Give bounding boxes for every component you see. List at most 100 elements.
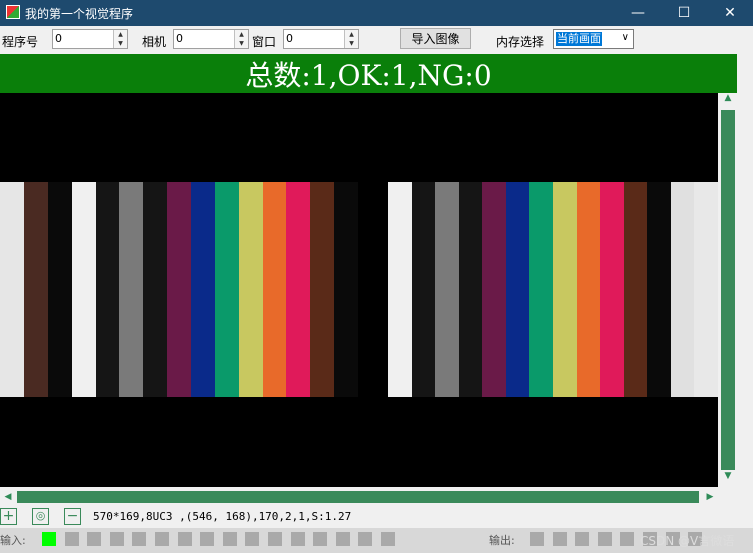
program-label: 程序号: [2, 35, 39, 49]
camera-value: 0: [176, 32, 183, 45]
output-label: 输出:: [489, 534, 515, 547]
import-image-button[interactable]: 导入图像: [400, 28, 471, 49]
io-indicator: [268, 532, 282, 546]
io-indicator: [313, 532, 328, 546]
cable-stripe: [47, 182, 73, 397]
vertical-scrollbar[interactable]: ▲ ▼: [719, 93, 737, 487]
io-indicator: [381, 532, 395, 546]
cable-stripe: [576, 182, 601, 397]
vertical-scroll-thumb[interactable]: [721, 110, 735, 470]
cable-image-right: [388, 182, 718, 397]
io-indicator: [155, 532, 169, 546]
count-banner: 总数:1,OK:1,NG:0: [0, 54, 737, 93]
cable-stripe: [482, 182, 507, 397]
cable-stripe: [458, 182, 483, 397]
io-indicator: [552, 532, 567, 546]
app-icon: [6, 5, 20, 19]
zoom-tools: + ◎ − 570*169,8UC3 ,(546, 168),170,2,1,S…: [0, 507, 753, 527]
io-indicator: [109, 532, 124, 546]
scroll-up-icon[interactable]: ▲: [719, 93, 737, 109]
close-button[interactable]: ✕: [707, 0, 753, 26]
cable-stripe: [388, 182, 413, 397]
zoom-out-icon[interactable]: −: [64, 508, 81, 525]
cable-stripe: [214, 182, 240, 397]
io-indicator: [87, 532, 102, 546]
memory-label: 内存选择: [496, 35, 545, 49]
image-info-text: 570*169,8UC3 ,(546, 168),170,2,1,S:1.27: [93, 510, 352, 523]
chevron-down-icon: ∨: [621, 32, 629, 43]
image-viewer[interactable]: [0, 93, 718, 487]
zoom-in-icon[interactable]: +: [0, 508, 17, 525]
cable-stripe: [334, 182, 359, 397]
cable-stripe: [23, 182, 49, 397]
io-indicator: [222, 532, 237, 546]
minimize-icon: —: [631, 5, 645, 21]
program-value: 0: [55, 32, 62, 45]
maximize-button[interactable]: ☐: [661, 0, 707, 26]
io-indicator: [530, 532, 544, 546]
cable-stripe: [262, 182, 287, 397]
cable-stripe: [411, 182, 436, 397]
cable-stripe: [310, 182, 335, 397]
camera-stepper[interactable]: 0 ▲ ▼: [173, 29, 249, 49]
cable-stripe: [694, 182, 718, 397]
cable-stripe: [71, 182, 96, 397]
io-indicator: [575, 532, 590, 546]
toolbar: 程序号 0 ▲ ▼ 相机 0 ▲ ▼ 窗口 0 ▲ ▼ 导入图像 内存选择 当前画面 …: [0, 26, 753, 52]
horizontal-scrollbar[interactable]: ◀ ▶: [0, 489, 718, 505]
cable-stripe: [505, 182, 530, 397]
cable-stripe: [190, 182, 216, 397]
io-indicator: [42, 532, 56, 546]
camera-label: 相机: [142, 35, 167, 49]
maximize-icon: ☐: [677, 5, 691, 21]
io-indicator: [245, 532, 260, 546]
cable-stripe: [238, 182, 264, 397]
stepper-up-icon[interactable]: ▲: [345, 30, 358, 39]
watermark: CSDN @V言微语: [640, 534, 735, 548]
io-indicator: [64, 532, 79, 546]
cable-stripe: [670, 182, 695, 397]
io-indicator: [290, 532, 305, 546]
scroll-left-icon[interactable]: ◀: [0, 489, 16, 505]
io-indicator: [597, 532, 612, 546]
scroll-down-icon[interactable]: ▼: [719, 471, 737, 487]
stepper-up-icon[interactable]: ▲: [114, 30, 127, 39]
title-bar: 我的第一个视觉程序 — ☐ ✕: [0, 0, 753, 26]
io-indicator: [335, 532, 350, 546]
cable-stripe: [600, 182, 625, 397]
cable-stripe: [529, 182, 554, 397]
memory-select[interactable]: 当前画面 ∨: [553, 29, 634, 49]
memory-selected-value: 当前画面: [556, 32, 602, 46]
window-stepper[interactable]: 0 ▲ ▼: [283, 29, 359, 49]
io-indicator: [132, 532, 147, 546]
program-stepper[interactable]: 0 ▲ ▼: [52, 29, 128, 49]
io-indicator: [358, 532, 373, 546]
io-status-bar: 输入: 输出: CSDN @V言微语: [0, 528, 753, 553]
cable-stripe: [0, 182, 25, 397]
window-label: 窗口: [252, 35, 277, 49]
cable-stripe: [119, 182, 144, 397]
stepper-down-icon[interactable]: ▼: [345, 39, 358, 48]
close-icon: ✕: [724, 5, 736, 21]
scroll-right-icon[interactable]: ▶: [702, 489, 718, 505]
cable-stripe: [286, 182, 311, 397]
stepper-down-icon[interactable]: ▼: [114, 39, 127, 48]
cable-stripe: [95, 182, 120, 397]
stepper-down-icon[interactable]: ▼: [235, 39, 248, 48]
window-title: 我的第一个视觉程序: [25, 7, 134, 21]
horizontal-scroll-thumb[interactable]: [17, 491, 699, 503]
cable-stripe: [623, 182, 648, 397]
stepper-up-icon[interactable]: ▲: [235, 30, 248, 39]
io-indicator: [200, 532, 215, 546]
io-indicator: [620, 532, 635, 546]
window-value: 0: [286, 32, 293, 45]
io-indicator: [177, 532, 192, 546]
cable-stripe: [167, 182, 192, 397]
cable-stripe: [143, 182, 168, 397]
input-label: 输入:: [0, 534, 26, 547]
minimize-button[interactable]: —: [615, 0, 661, 26]
cable-stripe: [435, 182, 460, 397]
cable-stripe: [647, 182, 672, 397]
fit-view-icon[interactable]: ◎: [32, 508, 49, 525]
cable-stripe: [553, 182, 578, 397]
